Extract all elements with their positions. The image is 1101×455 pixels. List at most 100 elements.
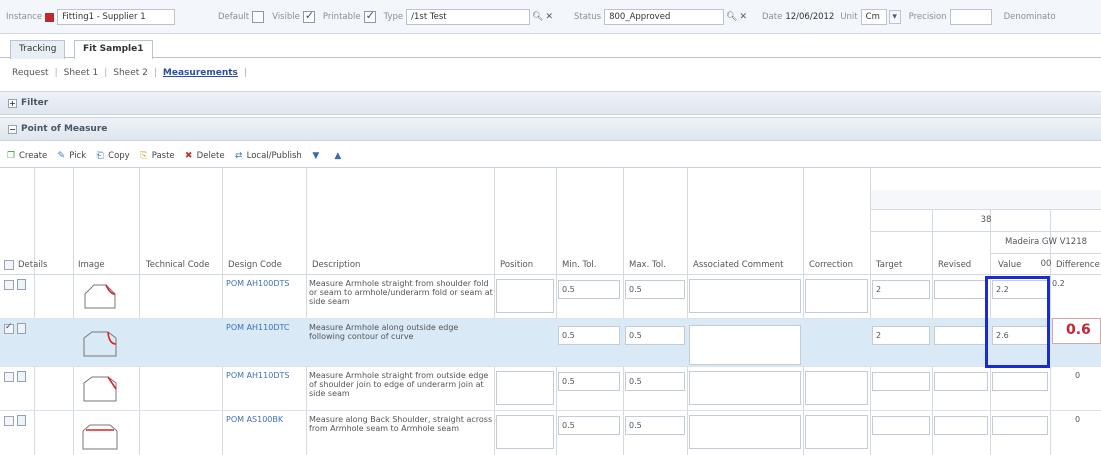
col-header-technical-code[interactable]: Technical Code — [142, 256, 210, 274]
tab-fit-sample1[interactable]: Fit Sample1 — [74, 40, 153, 59]
col-header-image[interactable]: Image — [74, 256, 105, 274]
garment-thumbnail[interactable] — [80, 373, 120, 405]
details-icon[interactable] — [17, 415, 26, 426]
target-field[interactable]: 2 — [872, 326, 930, 345]
col-header-correction[interactable]: Correction — [805, 256, 853, 274]
garment-thumbnail[interactable] — [80, 419, 120, 451]
correction-field[interactable] — [805, 279, 868, 313]
select-all-checkbox[interactable] — [4, 260, 14, 270]
clear-icon[interactable]: ✕ — [545, 12, 553, 22]
subtab-sheet2[interactable]: Sheet 2 — [107, 68, 154, 78]
tab-tracking[interactable]: Tracking — [10, 40, 66, 59]
row-checkbox[interactable] — [4, 372, 14, 382]
col-header-description[interactable]: Description — [308, 256, 360, 274]
value-field[interactable] — [992, 416, 1048, 435]
revised-field[interactable] — [934, 326, 988, 345]
precision-field[interactable] — [949, 9, 992, 25]
collapse-up-button[interactable]: ▲ — [333, 151, 346, 161]
target-field[interactable] — [872, 416, 930, 435]
sub-tabs: Request | Sheet 1 | Sheet 2 | Measurements | — [6, 64, 247, 82]
design-code-link[interactable]: POM AH110DTS — [226, 371, 289, 380]
design-code-link[interactable]: POM AH110DTC — [226, 323, 290, 332]
garment-thumbnail[interactable] — [80, 280, 120, 312]
status-field[interactable]: 800_Approved — [604, 9, 725, 25]
col-header-target[interactable]: Target — [872, 256, 902, 274]
col-header-details[interactable]: Details — [14, 256, 47, 274]
table-row[interactable]: POM AH110DTS Measure Armhole straight fr… — [0, 367, 1101, 411]
max-tol-field[interactable]: 0.5 — [625, 326, 685, 345]
associated-comment-field[interactable] — [689, 415, 801, 449]
position-field[interactable] — [496, 279, 554, 313]
revised-field[interactable] — [934, 372, 988, 391]
revised-field[interactable] — [934, 280, 988, 299]
subtab-sheet1[interactable]: Sheet 1 — [58, 68, 105, 78]
value-field[interactable]: 2.6 — [992, 326, 1048, 345]
pick-button[interactable]: ✎ Pick — [56, 151, 86, 161]
value-field[interactable] — [992, 372, 1048, 391]
visible-checkbox[interactable] — [302, 9, 315, 23]
details-icon[interactable] — [17, 371, 26, 382]
pom-section-header[interactable]: − Point of Measure — [0, 117, 1101, 141]
subtab-measurements[interactable]: Measurements — [157, 68, 244, 78]
max-tol-field[interactable]: 0.5 — [625, 280, 685, 299]
local-publish-button[interactable]: ⇄ Local/Publish — [234, 151, 302, 161]
col-header-value[interactable]: Value — [994, 256, 1021, 274]
search-icon[interactable]: 🔍︎ — [726, 12, 737, 22]
col-header-position[interactable]: Position — [496, 256, 533, 274]
chevron-down-icon[interactable]: ▾ — [888, 10, 901, 24]
max-tol-field[interactable]: 0.5 — [625, 372, 685, 391]
expand-icon[interactable]: + — [8, 98, 17, 108]
date-group: Date 12/06/2012 Unit Cm ▾ Precision Deno… — [762, 0, 1059, 34]
table-row-selected[interactable]: POM AH110DTC Measure Armhole along outsi… — [0, 319, 1101, 367]
copy-button[interactable]: ⎗ Copy — [95, 151, 130, 161]
unit-select[interactable]: Cm — [860, 9, 887, 25]
filter-button[interactable]: ▼ — [311, 151, 324, 161]
filter-section-header[interactable]: + Filter — [0, 91, 1101, 115]
row-checkbox[interactable] — [4, 322, 14, 334]
col-header-difference[interactable]: Difference — [1052, 256, 1100, 274]
correction-field[interactable] — [805, 415, 868, 449]
subtab-request[interactable]: Request — [6, 68, 55, 78]
details-icon[interactable] — [17, 323, 26, 334]
clear-icon[interactable]: ✕ — [739, 12, 747, 22]
position-field[interactable] — [496, 415, 554, 449]
max-tol-field[interactable]: 0.5 — [625, 416, 685, 435]
associated-comment-field[interactable] — [689, 371, 801, 405]
target-field[interactable]: 2 — [872, 280, 930, 299]
default-checkbox[interactable] — [252, 11, 265, 23]
col-header-min-tol[interactable]: Min. Tol. — [558, 256, 597, 274]
printable-checkbox[interactable] — [363, 9, 376, 23]
row-checkbox[interactable] — [4, 416, 14, 426]
correction-field[interactable] — [805, 371, 868, 405]
delete-button[interactable]: ✖ Delete — [184, 151, 225, 161]
search-icon[interactable]: 🔍︎ — [532, 12, 543, 22]
associated-comment-field[interactable] — [689, 279, 801, 313]
create-button[interactable]: ❐ Create — [6, 151, 47, 161]
row-checkbox[interactable] — [4, 280, 14, 290]
col-header-associated-comment[interactable]: Associated Comment — [689, 256, 783, 274]
associated-comment-field[interactable] — [689, 325, 801, 365]
paste-button[interactable]: ⎘ Paste — [139, 151, 175, 161]
date-value[interactable]: 12/06/2012 — [785, 12, 834, 22]
table-row[interactable]: POM AH100DTS Measure Armhole straight fr… — [0, 275, 1101, 319]
col-header-max-tol[interactable]: Max. Tol. — [625, 256, 666, 274]
table-row[interactable]: POM AS100BK Measure along Back Shoulder,… — [0, 411, 1101, 455]
design-code-link[interactable]: POM AS100BK — [226, 415, 283, 424]
garment-thumbnail[interactable] — [80, 328, 120, 360]
target-field[interactable] — [872, 372, 930, 391]
details-icon[interactable] — [17, 279, 26, 290]
value-field[interactable]: 2.2 — [992, 280, 1048, 299]
min-tol-field[interactable]: 0.5 — [558, 280, 620, 299]
design-code-link[interactable]: POM AH100DTS — [226, 279, 289, 288]
col-header-design-code[interactable]: Design Code — [224, 256, 282, 274]
min-tol-field[interactable]: 0.5 — [558, 372, 620, 391]
type-field[interactable]: /1st Test — [406, 9, 531, 25]
col-header-revised[interactable]: Revised — [934, 256, 971, 274]
position-field[interactable] — [496, 371, 554, 405]
filter-icon: ▼ — [312, 151, 320, 161]
instance-select[interactable]: Fitting1 - Supplier 1 — [57, 9, 176, 25]
collapse-icon[interactable]: − — [8, 124, 17, 134]
revised-field[interactable] — [934, 416, 988, 435]
min-tol-field[interactable]: 0.5 — [558, 326, 620, 345]
min-tol-field[interactable]: 0.5 — [558, 416, 620, 435]
